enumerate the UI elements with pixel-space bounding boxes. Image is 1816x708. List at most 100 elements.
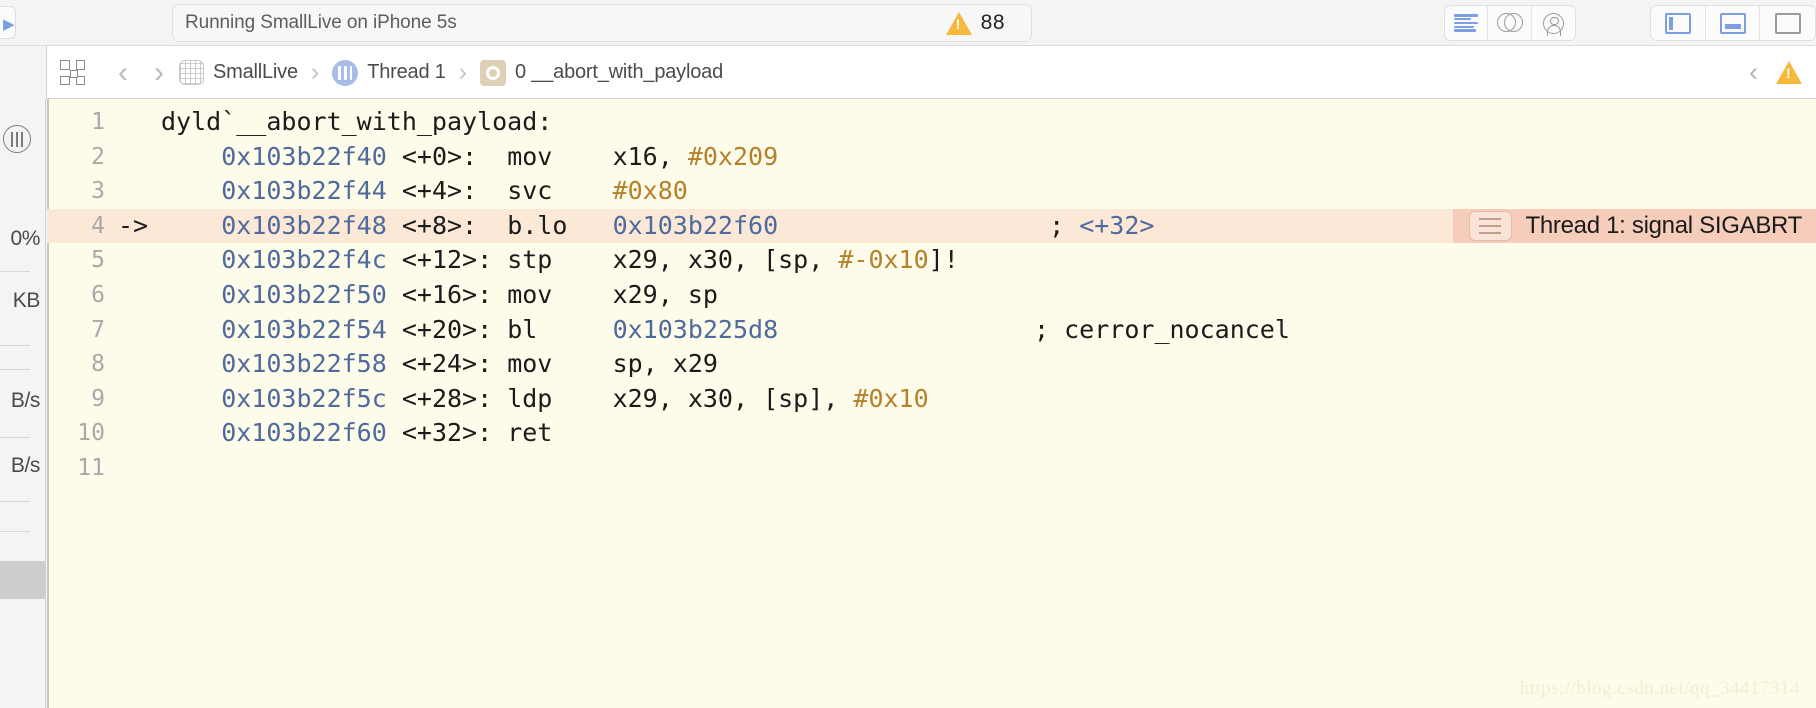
code-line[interactable]: 7 0x103b22f54 <+20>: bl 0x103b225d8 ; ce… xyxy=(47,313,1816,348)
code-line[interactable]: 1 dyld`__abort_with_payload: xyxy=(47,105,1816,140)
code-token: ; cerror_nocancel xyxy=(778,314,1290,344)
stack-frame-icon xyxy=(480,59,507,86)
code-line-text: 0x103b22f40 <+0>: mov x16, #0x209 xyxy=(161,140,778,175)
line-number: 7 xyxy=(91,316,105,343)
toolbar-left-clipped-control[interactable]: ▶ xyxy=(0,6,16,39)
code-line[interactable]: 5 0x103b22f4c <+12>: stp x29, x30, [sp, … xyxy=(47,243,1816,278)
jump-bar: ‹ › SmallLive › Thread 1 › 0 __abort_wit… xyxy=(0,46,1816,99)
debug-area-toggle-button[interactable] xyxy=(1706,6,1761,40)
code-line-text: 0x103b22f58 <+24>: mov sp, x29 xyxy=(161,347,718,382)
line-number: 4 xyxy=(91,212,105,239)
code-token: ; xyxy=(778,210,1080,240)
warning-triangle-icon[interactable] xyxy=(1776,61,1802,84)
gauge-divider xyxy=(0,369,30,370)
activity-status-view[interactable]: Running SmallLive on iPhone 5s 88 xyxy=(172,4,1032,42)
line-number: 9 xyxy=(91,385,105,412)
utilities-toggle-button[interactable] xyxy=(1760,6,1815,40)
code-token: 0x103b22f48 xyxy=(221,210,387,240)
issue-summary[interactable]: 88 xyxy=(945,11,1005,35)
code-token: <+16>: mov x29, sp xyxy=(386,279,718,309)
code-line[interactable]: 3 0x103b22f44 <+4>: svc #0x80 xyxy=(47,174,1816,209)
project-icon xyxy=(179,60,204,85)
code-line-text: 0x103b22f48 <+8>: b.lo 0x103b22f60 ; <+3… xyxy=(161,209,1154,244)
code-token: <+0>: mov x16, xyxy=(386,141,688,171)
gauge-label-cpu: 0% xyxy=(10,227,40,250)
code-token: #0x80 xyxy=(612,176,688,206)
issue-badge[interactable]: Thread 1: signal SIGABRT xyxy=(1452,208,1816,244)
code-token: #-0x10 xyxy=(838,245,929,275)
gauge-selected-row[interactable] xyxy=(0,561,45,599)
back-button[interactable]: ‹ xyxy=(105,57,141,88)
breadcrumb-label-thread: Thread 1 xyxy=(367,61,446,83)
toolbar: ▶ Running SmallLive on iPhone 5s 88 xyxy=(0,0,1816,46)
version-editor-button[interactable] xyxy=(1532,6,1575,40)
previous-issue-button[interactable]: ‹ xyxy=(1749,59,1758,86)
code-token: <+8>: b.lo xyxy=(386,210,613,240)
code-line-text: 0x103b22f4c <+12>: stp x29, x30, [sp, #-… xyxy=(161,243,959,278)
code-token: <+32>: ret xyxy=(386,418,553,448)
line-number: 11 xyxy=(77,454,105,481)
code-line-text: 0x103b22f50 <+16>: mov x29, sp xyxy=(161,278,718,313)
program-counter-marker: -> xyxy=(117,210,149,240)
code-line[interactable]: 9 0x103b22f5c <+28>: ldp x29, x30, [sp],… xyxy=(47,382,1816,417)
navigator-toggle-button[interactable] xyxy=(1651,6,1706,40)
jump-bar-right-controls: ‹ xyxy=(1749,46,1802,99)
breadcrumb-separator-2: › xyxy=(458,58,468,86)
warning-triangle-icon xyxy=(945,11,972,35)
code-token: 0x103b22f4c xyxy=(221,245,387,275)
code-line[interactable]: 8 0x103b22f58 <+24>: mov sp, x29 xyxy=(47,347,1816,382)
code-token: dyld`__abort_with_payload: xyxy=(161,107,553,136)
forward-button[interactable]: › xyxy=(141,57,177,88)
breadcrumb-separator-1: › xyxy=(310,58,320,86)
standard-editor-button[interactable] xyxy=(1445,6,1489,40)
breadcrumb-item-thread[interactable]: Thread 1 xyxy=(330,59,447,86)
code-line[interactable]: 6 0x103b22f50 <+16>: mov x29, sp xyxy=(47,278,1816,313)
breadcrumb-label-frame: 0 __abort_with_payload xyxy=(515,61,723,83)
issue-badge-text: Thread 1: signal SIGABRT xyxy=(1525,211,1803,239)
right-panel-icon xyxy=(1774,12,1801,34)
left-panel-icon xyxy=(1664,12,1691,34)
thread-icon xyxy=(3,125,31,153)
code-token: 0x103b22f44 xyxy=(221,176,387,206)
code-token: <+28>: ldp x29, x30, [sp], xyxy=(386,383,854,413)
code-token: 0x103b22f60 xyxy=(221,418,387,448)
line-number: 2 xyxy=(91,143,105,170)
grid-icon[interactable] xyxy=(60,60,85,85)
jump-bar-gutter xyxy=(0,46,47,99)
thread-icon xyxy=(332,59,359,86)
disassembly-editor[interactable]: 1 dyld`__abort_with_payload: 2 0x103b22f40… xyxy=(47,99,1816,708)
gauge-label-memory: KB xyxy=(12,289,41,312)
gauge-divider xyxy=(0,271,30,272)
code-token: <+12>: stp x29, x30, [sp, xyxy=(386,245,839,275)
breadcrumb-item-frame[interactable]: 0 __abort_with_payload xyxy=(478,59,725,86)
line-number: 6 xyxy=(91,281,105,308)
debug-gauge-strip: 0% KB B/s B/s xyxy=(0,99,46,708)
code-token: <+24>: mov sp, x29 xyxy=(386,349,718,379)
code-line-text: 0x103b22f5c <+28>: ldp x29, x30, [sp], #… xyxy=(161,382,928,417)
line-number: 3 xyxy=(91,178,105,205)
hamburger-lines-icon[interactable] xyxy=(1468,211,1512,242)
code-line[interactable]: 11 xyxy=(47,451,1816,486)
watermark: https://blog.csdn.net/qq_34417314 xyxy=(1519,678,1800,699)
code-line[interactable]: 2 0x103b22f40 <+0>: mov x16, #0x209 xyxy=(47,140,1816,175)
code-token: 0x103b22f40 xyxy=(221,141,387,171)
editor-mode-segmented-control xyxy=(1444,5,1576,41)
panel-toggle-segmented-control xyxy=(1650,5,1816,41)
code-line[interactable]: 4 -> 0x103b22f48 <+8>: b.lo 0x103b22f60 ;… xyxy=(47,208,1816,244)
code-line[interactable]: 10 0x103b22f60 <+32>: ret xyxy=(47,416,1816,451)
breadcrumb: ‹ › SmallLive › Thread 1 › 0 __abort_wit… xyxy=(60,46,725,99)
assistant-editor-button[interactable] xyxy=(1488,6,1532,40)
gauge-divider xyxy=(0,437,30,438)
code-token: ]! xyxy=(928,245,959,275)
line-number: 1 xyxy=(91,109,105,135)
breadcrumb-item-project[interactable]: SmallLive xyxy=(177,60,300,85)
code-line-text: 0x103b22f60 <+32>: ret xyxy=(161,416,552,451)
gauge-divider xyxy=(0,531,30,532)
